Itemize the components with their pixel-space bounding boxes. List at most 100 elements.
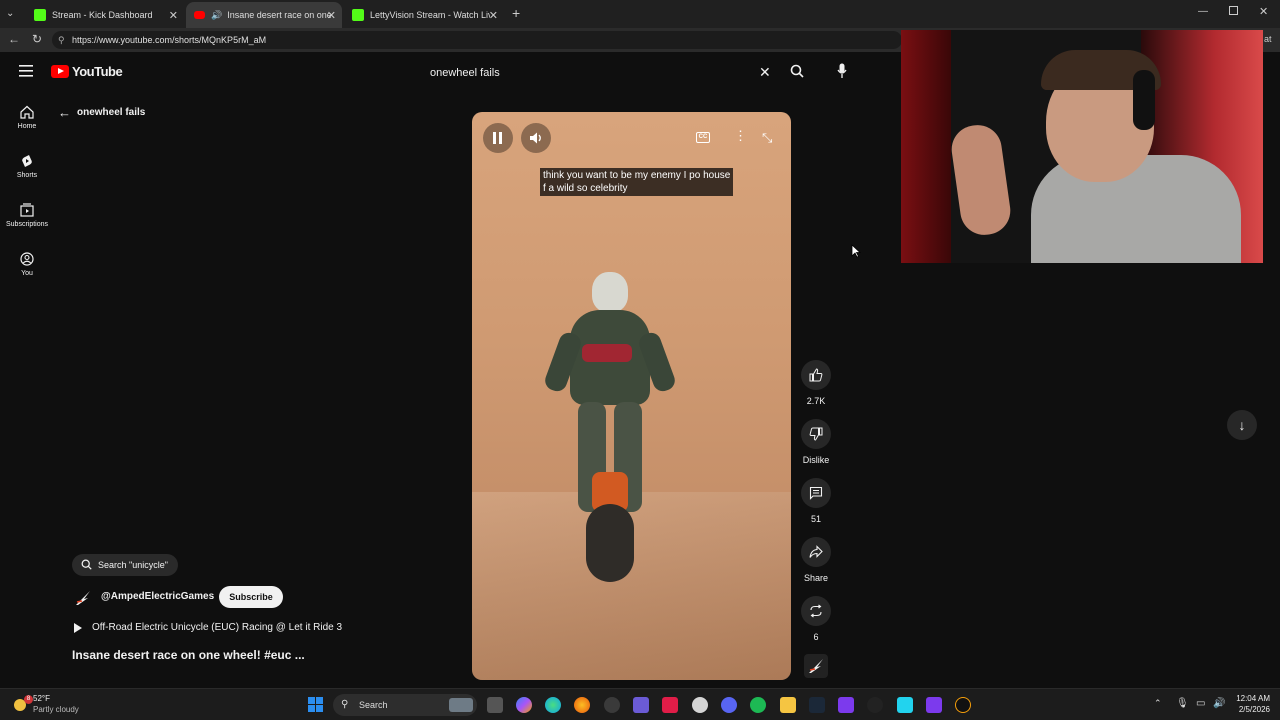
menu-icon[interactable] [19,64,33,82]
taskbar-search[interactable]: ⚲ Search [333,694,477,716]
microphone-icon[interactable] [837,63,847,84]
file-explorer-icon[interactable] [780,697,796,713]
next-video-button[interactable]: ↓ [1227,410,1257,440]
search-icon[interactable] [790,64,804,83]
shorts-video-player[interactable]: CC ⋮ ⤡ think you want to be my enemy I p… [472,112,791,680]
channel-name[interactable]: @AmpedElectricGames [101,591,214,602]
back-to-search-link[interactable]: ← onewheel fails [58,105,145,120]
sidebar-item-you[interactable]: You [0,252,54,277]
kick-icon [352,9,364,21]
app-violet-icon[interactable] [838,697,854,713]
close-icon[interactable]: ✕ [327,9,336,22]
pause-button[interactable] [483,123,513,153]
search-icon: ⚲ [341,699,349,710]
copilot-icon[interactable] [516,697,532,713]
sidebar-item-label: Home [17,123,37,130]
site-info-icon[interactable]: ⚲ [58,31,65,49]
close-icon[interactable]: ✕ [489,9,498,22]
sidebar-item-subscriptions[interactable]: Subscriptions [0,203,54,228]
app-red-icon[interactable] [662,697,678,713]
steam-icon[interactable] [809,697,825,713]
share-button[interactable]: Share [795,537,837,583]
like-count: 2.7K [806,396,826,406]
tab-kick-dashboard[interactable]: Stream - Kick Dashboard ✕ [26,2,184,28]
itunes-icon[interactable] [692,697,708,713]
search-input[interactable]: onewheel fails [420,60,780,86]
spotify-icon[interactable] [750,697,766,713]
back-arrow-icon[interactable]: ← [8,32,20,46]
expand-icon[interactable]: ⤡ [762,130,772,146]
thumbs-down-icon [809,427,823,441]
playlist-title: Off-Road Electric Unicycle (EUC) Racing … [92,622,343,633]
fx-app-icon[interactable] [926,697,942,713]
subscribe-button[interactable]: Subscribe [219,586,283,608]
new-tab-plus-icon[interactable]: + [512,5,520,21]
task-view-icon[interactable] [487,697,503,713]
clock-date[interactable]: 2/5/2026 [1230,705,1270,714]
back-to-search-label: onewheel fails [77,107,146,118]
github-icon[interactable] [604,697,620,713]
comment-icon [809,486,823,500]
app-cyan-icon[interactable] [897,697,913,713]
tray-display-icon[interactable]: ▭ [1196,698,1205,709]
search-icon [81,559,92,570]
youtube-logo[interactable]: YouTube [51,64,123,79]
captions-icon[interactable]: CC [696,132,710,143]
url-text: https://www.youtube.com/shorts/MQnKP5rM_… [72,35,267,45]
tray-speaker-icon[interactable]: 🔊 [1213,698,1225,709]
youtube-logo-text: YouTube [72,64,123,79]
comments-button[interactable]: 51 [795,478,837,524]
app-dark-icon[interactable] [955,697,971,713]
obs-icon[interactable] [867,697,883,713]
weather-widget[interactable]: 8 [8,695,33,715]
remix-button[interactable]: 6 [795,596,837,642]
window-close-icon[interactable]: ✕ [1259,5,1268,18]
discord-icon[interactable] [721,697,737,713]
tab-label: Stream - Kick Dashboard [52,10,153,20]
tray-chevron-icon[interactable]: ⌃ [1154,698,1162,709]
volume-button[interactable] [521,123,551,153]
tab-youtube-short[interactable]: 🔊 Insane desert race on one wh ✕ [186,2,342,28]
app-purple-icon[interactable] [633,697,649,713]
webcam-headset [1133,70,1155,130]
channel-avatar-thumbnail[interactable] [804,654,828,678]
clear-search-icon[interactable]: ✕ [759,64,771,81]
reload-icon[interactable]: ↻ [32,32,42,46]
caption-line: f a wild so celebrity [543,183,628,194]
shorts-icon [22,155,32,167]
channel-avatar[interactable] [73,589,93,612]
mouse-cursor-icon [851,244,862,263]
clock-time[interactable]: 12:04 AM [1230,694,1270,703]
dislike-button[interactable]: Dislike [795,419,837,465]
amped-logo-icon [809,659,823,673]
url-field[interactable]: ⚲ https://www.youtube.com/shorts/MQnKP5r… [52,31,902,49]
volume-icon [530,132,541,144]
weather-temp: 52°F [33,694,50,703]
amped-logo-icon [76,591,90,605]
windows-taskbar: 8 52°F Partly cloudy ⚲ Search ⌃ 🎙 ▭ 🔊 12… [0,688,1280,720]
sidebar-item-label: Subscriptions [5,221,49,228]
tab-list-chevron-icon[interactable]: ⌄ [6,8,14,19]
caption-line: think you want to be my enemy I po house [543,170,731,181]
edge-icon[interactable] [545,697,561,713]
firefox-icon[interactable] [574,697,590,713]
like-button[interactable]: 2.7K [795,360,837,406]
tray-mic-icon[interactable]: 🎙 [1176,698,1189,709]
sidebar-item-home[interactable]: Home [0,105,54,130]
playlist-link[interactable]: Off-Road Electric Unicycle (EUC) Racing … [74,622,342,633]
search-unicycle-chip[interactable]: Search "unicycle" [72,554,178,576]
windows-start-icon[interactable] [308,697,324,713]
tab-lettyvision[interactable]: LettyVision Stream - Watch Live o ✕ [344,2,504,28]
address-bar-overflow-text: at [1264,34,1272,44]
close-icon[interactable]: ✕ [169,9,178,22]
play-icon [74,622,82,633]
back-arrow-icon: ← [58,105,71,120]
minimize-icon[interactable]: — [1198,6,1208,17]
weather-desc: Partly cloudy [33,705,79,714]
more-options-icon[interactable]: ⋮ [734,129,747,142]
maximize-icon[interactable] [1229,6,1238,15]
video-rider-image [542,272,678,592]
sidebar-item-shorts[interactable]: Shorts [0,154,54,179]
video-title[interactable]: Insane desert race on one wheel! #euc ..… [72,648,305,662]
speaker-icon[interactable]: 🔊 [211,10,222,21]
